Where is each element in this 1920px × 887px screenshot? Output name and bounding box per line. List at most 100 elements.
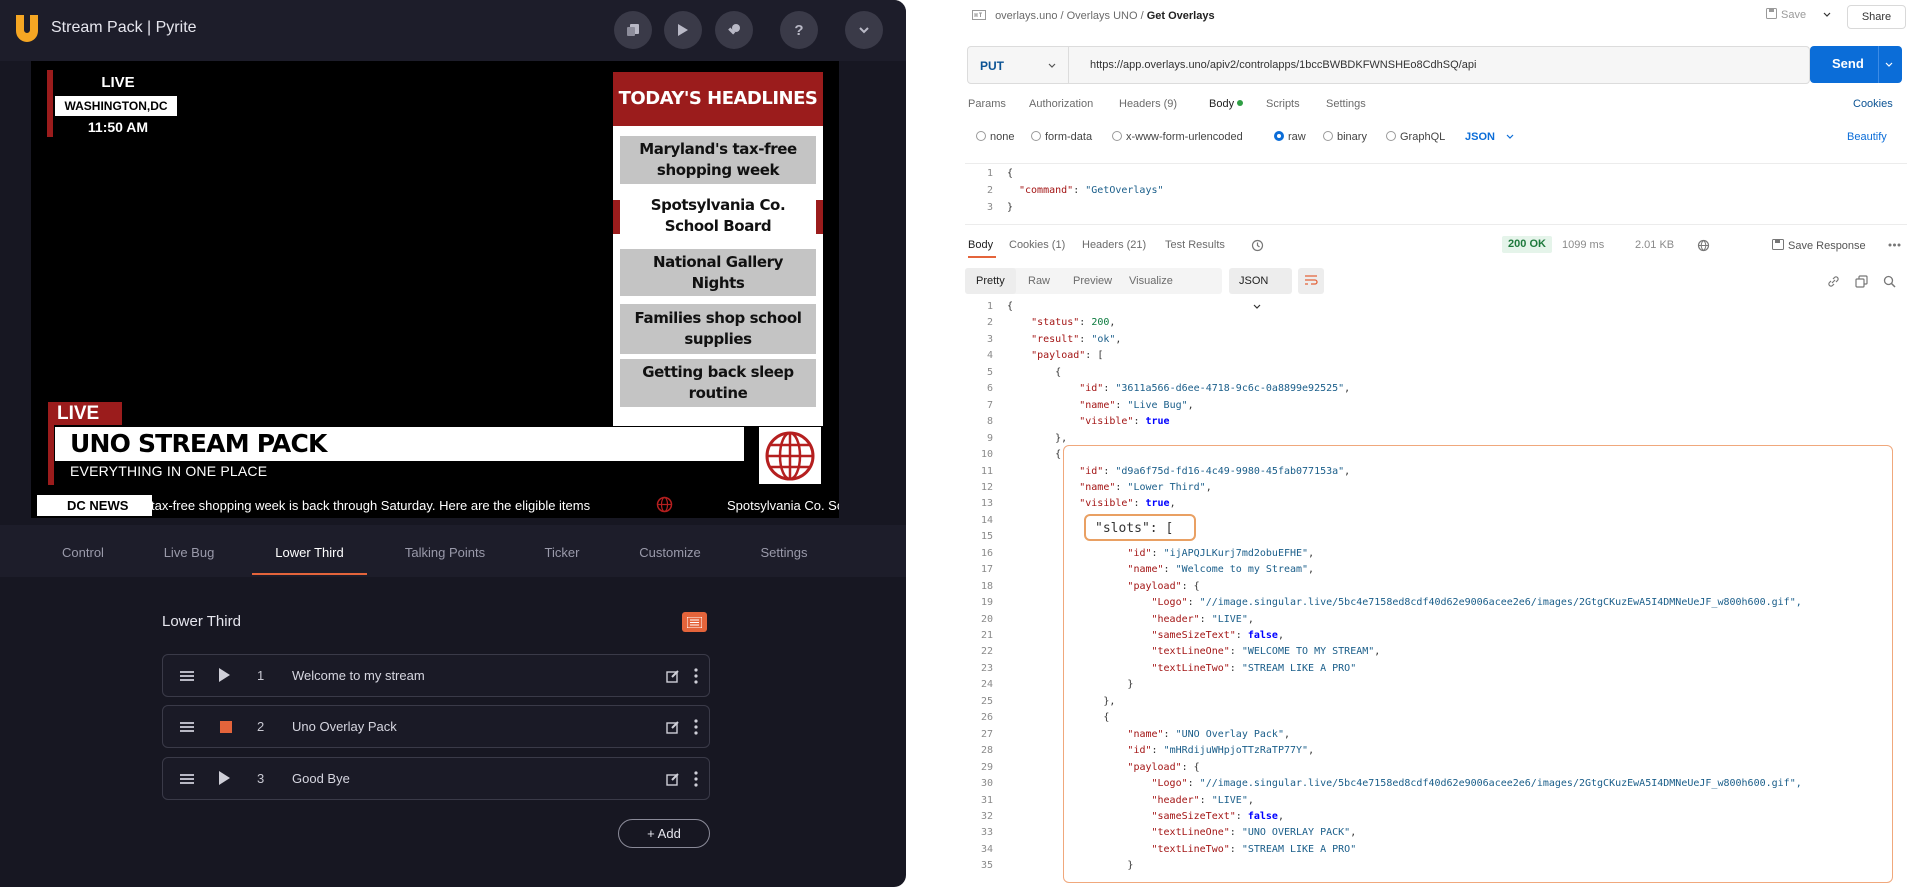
help-button[interactable]: ? <box>780 11 818 49</box>
tab-ticker[interactable]: Ticker <box>535 525 589 577</box>
tab-scripts[interactable]: Scripts <box>1266 98 1300 110</box>
search-icon[interactable] <box>1883 275 1896 288</box>
tab-response-headers[interactable]: Headers (21) <box>1082 239 1146 251</box>
more-horizontal-icon[interactable] <box>1888 243 1901 247</box>
radio-dot-selected <box>1274 131 1284 141</box>
radio-binary[interactable]: binary <box>1323 131 1367 143</box>
save-button[interactable]: Save <box>1766 8 1831 21</box>
more-vertical-icon[interactable] <box>694 668 698 684</box>
item-number: 1 <box>257 668 265 683</box>
edit-icon[interactable] <box>666 720 680 734</box>
radio-graphql[interactable]: GraphQL <box>1386 131 1445 143</box>
line-number: 25 <box>980 695 993 707</box>
live-bug-location: WASHINGTON,DC <box>55 96 177 116</box>
line-number: 32 <box>980 810 993 822</box>
code-text: } <box>1007 679 1134 691</box>
link-icon[interactable] <box>1827 275 1840 288</box>
beautify-link[interactable]: Beautify <box>1847 131 1887 143</box>
tab-params[interactable]: Params <box>968 98 1006 110</box>
network-icon[interactable] <box>1697 239 1710 252</box>
drag-handle-icon[interactable] <box>180 671 194 681</box>
more-vertical-icon[interactable] <box>694 771 698 787</box>
list-item[interactable]: 3 Good Bye <box>162 757 710 800</box>
line-number: 20 <box>980 613 993 625</box>
status-badge[interactable]: 200 OK <box>1502 236 1552 253</box>
menu-button[interactable] <box>845 11 883 49</box>
radio-none[interactable]: none <box>976 131 1014 143</box>
chevron-down-icon[interactable] <box>1885 62 1893 67</box>
request-body-editor[interactable]: 1 { 2 "command": "GetOverlays" 3} <box>965 163 1907 225</box>
tab-body[interactable]: Body <box>1209 98 1244 110</box>
tab-visualize[interactable]: Visualize <box>1118 268 1184 294</box>
radio-urlencoded[interactable]: x-www-form-urlencoded <box>1112 131 1243 143</box>
breadcrumb-root[interactable]: overlays.uno <box>995 10 1057 22</box>
tab-settings[interactable]: Settings <box>1326 98 1366 110</box>
edit-icon[interactable] <box>666 772 680 786</box>
drag-handle-icon[interactable] <box>180 774 194 784</box>
send-button[interactable]: Send <box>1810 46 1902 83</box>
list-item[interactable]: 2 Uno Overlay Pack <box>162 705 710 748</box>
history-icon[interactable] <box>1251 239 1264 252</box>
copy-button[interactable] <box>614 11 652 49</box>
method-select[interactable]: PUT <box>980 59 1004 73</box>
line-number: 26 <box>980 712 993 724</box>
chevron-down-icon[interactable] <box>1823 12 1831 17</box>
json-value: "GetOverlays" <box>1085 185 1164 196</box>
list-view-button[interactable] <box>682 612 707 632</box>
code-text: "name": "Lower Third", <box>1079 481 1212 493</box>
raw-format-select[interactable]: JSON <box>1465 131 1514 143</box>
wrap-lines-button[interactable] <box>1298 268 1324 294</box>
tab-talking-points[interactable]: Talking Points <box>397 525 493 577</box>
cookies-link[interactable]: Cookies <box>1853 98 1893 110</box>
tab-lower-third[interactable]: Lower Third <box>252 525 367 577</box>
radio-dot <box>1323 131 1333 141</box>
drag-handle-icon[interactable] <box>180 722 194 732</box>
response-time[interactable]: 1099 ms <box>1562 239 1604 251</box>
play-icon[interactable] <box>219 771 230 785</box>
stop-icon[interactable] <box>220 721 232 733</box>
save-response-button[interactable]: Save Response <box>1772 239 1866 252</box>
url-bar: PUT https://app.overlays.uno/apiv2/contr… <box>967 46 1810 84</box>
item-label: Welcome to my stream <box>292 668 425 683</box>
code-text: { <box>1007 712 1110 724</box>
globe-icon <box>656 496 673 513</box>
play-button[interactable] <box>664 11 702 49</box>
key-button[interactable] <box>715 11 753 49</box>
stream-pack-window: Stream Pack | Pyrite ? LIVE WASHINGTON,D… <box>0 0 906 887</box>
edit-icon[interactable] <box>666 669 680 683</box>
radio-raw[interactable]: raw <box>1274 131 1306 143</box>
tab-authorization[interactable]: Authorization <box>1029 98 1093 110</box>
chevron-down-icon <box>1506 134 1514 139</box>
response-body-viewer[interactable]: 1 {2 "status": 200, 3 "result": "ok", 4 "pa… <box>965 299 1913 884</box>
breadcrumb-collection[interactable]: Overlays UNO <box>1067 10 1138 22</box>
tab-control[interactable]: Control <box>48 525 118 577</box>
tab-settings[interactable]: Settings <box>752 525 816 577</box>
copy-icon[interactable] <box>1855 275 1868 288</box>
chevron-down-icon[interactable] <box>1048 63 1056 68</box>
response-format-select[interactable]: JSON <box>1229 268 1292 309</box>
tab-pretty[interactable]: Pretty <box>965 268 1016 294</box>
url-input[interactable]: https://app.overlays.uno/apiv2/controlap… <box>1090 59 1476 71</box>
code-text: "id": "d9a6f75d-fd16-4c49-9980-45fab0771… <box>1079 465 1351 477</box>
tab-raw[interactable]: Raw <box>1017 268 1061 294</box>
code-text: "name": "Welcome to my Stream", <box>1127 564 1315 576</box>
tab-customize[interactable]: Customize <box>632 525 708 577</box>
share-button[interactable]: Share <box>1847 5 1906 29</box>
tab-live-bug[interactable]: Live Bug <box>153 525 225 577</box>
tab-preview[interactable]: Preview <box>1062 268 1123 294</box>
list-item[interactable]: 1 Welcome to my stream <box>162 654 710 697</box>
response-size[interactable]: 2.01 KB <box>1635 239 1674 251</box>
code-text: { <box>1007 449 1062 461</box>
tab-response-body[interactable]: Body <box>968 239 993 251</box>
uno-logo <box>16 15 38 42</box>
play-icon[interactable] <box>219 668 230 682</box>
add-button[interactable]: + Add <box>618 819 710 848</box>
tab-test-results[interactable]: Test Results <box>1165 239 1225 251</box>
tab-response-cookies[interactable]: Cookies (1) <box>1009 239 1065 251</box>
more-vertical-icon[interactable] <box>694 719 698 735</box>
radio-form-data[interactable]: form-data <box>1031 131 1092 143</box>
tab-headers[interactable]: Headers (9) <box>1119 98 1177 110</box>
line-number: 3 <box>986 333 993 345</box>
line-number: 9 <box>986 432 993 444</box>
line-number: 1 <box>986 168 993 179</box>
